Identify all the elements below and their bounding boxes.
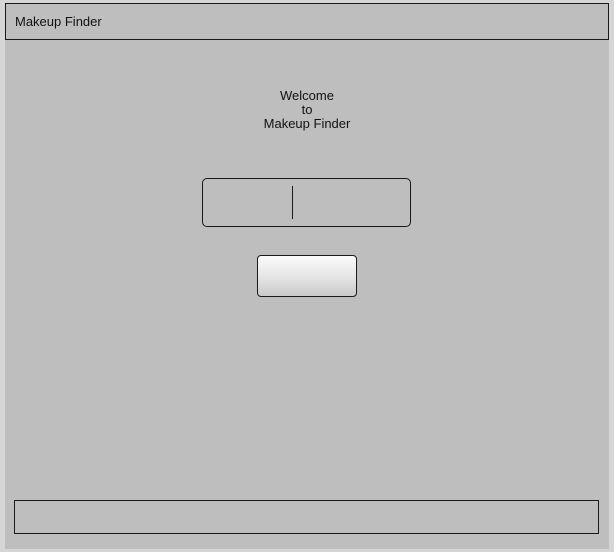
submit-button[interactable] [257, 255, 357, 297]
search-input[interactable] [202, 178, 411, 227]
welcome-line-to: to [301, 102, 313, 117]
welcome-line-app-name: Makeup Finder [263, 116, 351, 131]
welcome-message: Welcome to Makeup Finder [5, 89, 609, 131]
welcome-line-welcome: Welcome [280, 88, 334, 103]
window-title: Makeup Finder [15, 14, 102, 29]
status-bar [14, 500, 599, 534]
app-window: Makeup Finder Welcome to Makeup Finder [5, 3, 609, 549]
title-bar: Makeup Finder [5, 3, 609, 40]
